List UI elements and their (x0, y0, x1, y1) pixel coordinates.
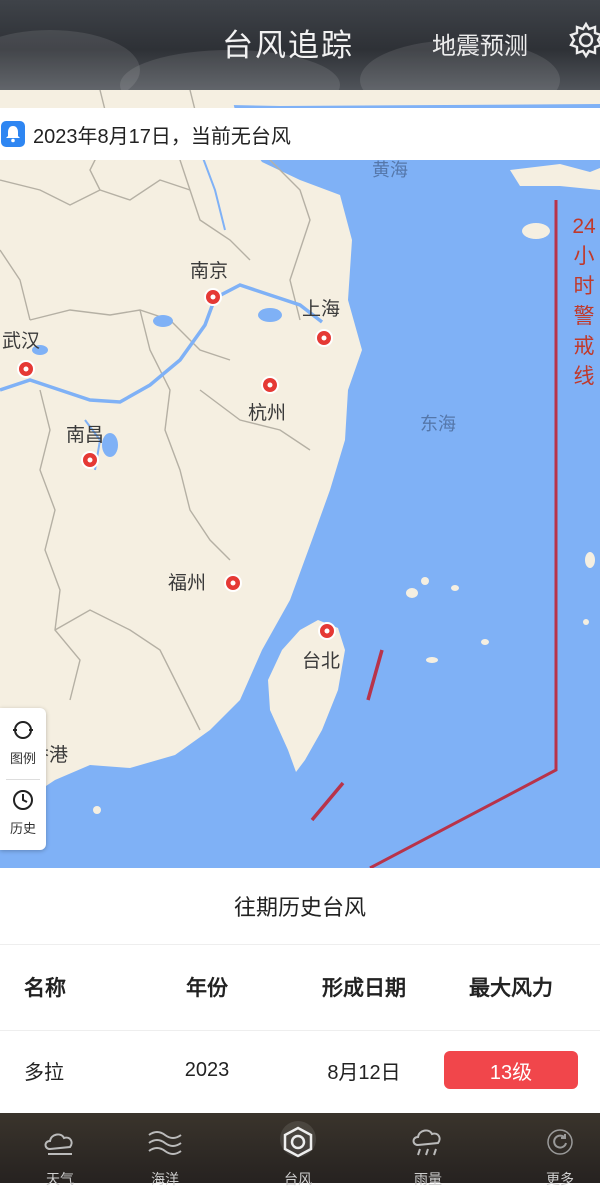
small-island (481, 639, 489, 645)
refresh-icon (547, 1129, 573, 1155)
lake-poyang (102, 433, 118, 457)
rain-cloud-icon (412, 1129, 441, 1156)
column-header-date: 形成日期 (322, 977, 406, 1000)
nav-label-weather: 天气 (46, 1171, 74, 1187)
column-header-name: 名称 (24, 977, 66, 1000)
nav-item-ocean[interactable]: 海洋 (105, 1113, 225, 1187)
small-island (421, 577, 429, 585)
history-section-title: 往期历史台风 (0, 868, 600, 945)
lake-taihu (258, 308, 282, 322)
taiwan-island (268, 620, 345, 772)
city-label-nanchang: 南昌 (66, 425, 105, 446)
typhoon-map[interactable]: 黄海 南京 上海 武汉 杭州 东海 南昌 福州 台北 香港 24小时警戒线 (0, 90, 600, 868)
legend-label: 图例 (9, 751, 36, 766)
table-row[interactable]: 多拉 2023 8月12日 13级 (0, 1031, 600, 1109)
city-label-fuzhou: 福州 (168, 573, 207, 594)
app-header: 台风追踪 地震预测 (0, 0, 600, 90)
tools-divider (6, 779, 40, 780)
nav-label-rainfall: 雨量 (414, 1171, 442, 1187)
sea-label-east-sea: 东海 (420, 414, 456, 434)
typhoon-status-text: 2023年8月17日，当前无台风 (33, 125, 291, 148)
city-label-nanjing: 南京 (190, 261, 229, 282)
island-small (522, 223, 550, 239)
nav-item-typhoon[interactable]: 台风 (238, 1113, 358, 1187)
small-island (426, 657, 438, 663)
typhoon-icon (283, 1126, 313, 1158)
column-header-max-wind: 最大风力 (469, 977, 553, 1000)
warning-line-24h (369, 200, 558, 868)
lake (153, 315, 173, 327)
small-island (93, 806, 101, 814)
city-label-wuhan: 武汉 (2, 331, 41, 352)
history-table-header: 名称 年份 形成日期 最大风力 (0, 944, 600, 1031)
city-label-hangzhou: 杭州 (248, 403, 287, 424)
city-label-taipei: 台北 (302, 651, 341, 672)
history-label: 历史 (9, 821, 36, 836)
nav-label-ocean: 海洋 (151, 1171, 179, 1187)
legend-icon (13, 721, 33, 739)
bell-icon (1, 121, 25, 147)
small-island (583, 619, 589, 625)
history-button[interactable]: 历史 (0, 788, 46, 837)
clock-icon (13, 790, 33, 810)
small-island (406, 588, 418, 598)
small-island (585, 552, 595, 568)
waves-icon (148, 1131, 182, 1155)
nav-label-more: 更多 (546, 1171, 574, 1187)
header-cloud-decoration (0, 30, 140, 90)
wind-level-badge: 13级 (444, 1051, 578, 1089)
nav-item-more[interactable]: 更多 (500, 1113, 600, 1187)
typhoon-name: 多拉 (24, 1061, 64, 1084)
small-island (451, 585, 459, 591)
cloud-icon (44, 1133, 73, 1155)
map-tools-panel: 图例 历史 (0, 708, 46, 850)
map-canvas (0, 90, 600, 868)
city-label-shanghai: 上海 (302, 299, 341, 320)
bottom-navigation: 天气 海洋 台风 雨量 更多 (0, 1113, 600, 1187)
typhoon-status-banner: 2023年8月17日，当前无台风 (0, 108, 600, 160)
nav-item-rainfall[interactable]: 雨量 (368, 1113, 488, 1187)
page-title: 台风追踪 (222, 28, 354, 64)
level-cell: 13级 (444, 1031, 578, 1109)
warning-line-24h-label: 24小时警戒线 (572, 215, 596, 388)
typhoon-year: 2023 (184, 1058, 230, 1081)
typhoon-formation-date: 8月12日 (327, 1061, 401, 1084)
earthquake-prediction-link[interactable]: 地震预测 (432, 26, 528, 61)
island-northeast (510, 164, 600, 190)
column-header-year: 年份 (186, 977, 228, 1000)
nav-label-typhoon: 台风 (284, 1171, 312, 1187)
legend-button[interactable]: 图例 (0, 718, 46, 767)
nav-item-weather[interactable]: 天气 (0, 1113, 120, 1187)
settings-gear-icon[interactable] (566, 20, 600, 64)
